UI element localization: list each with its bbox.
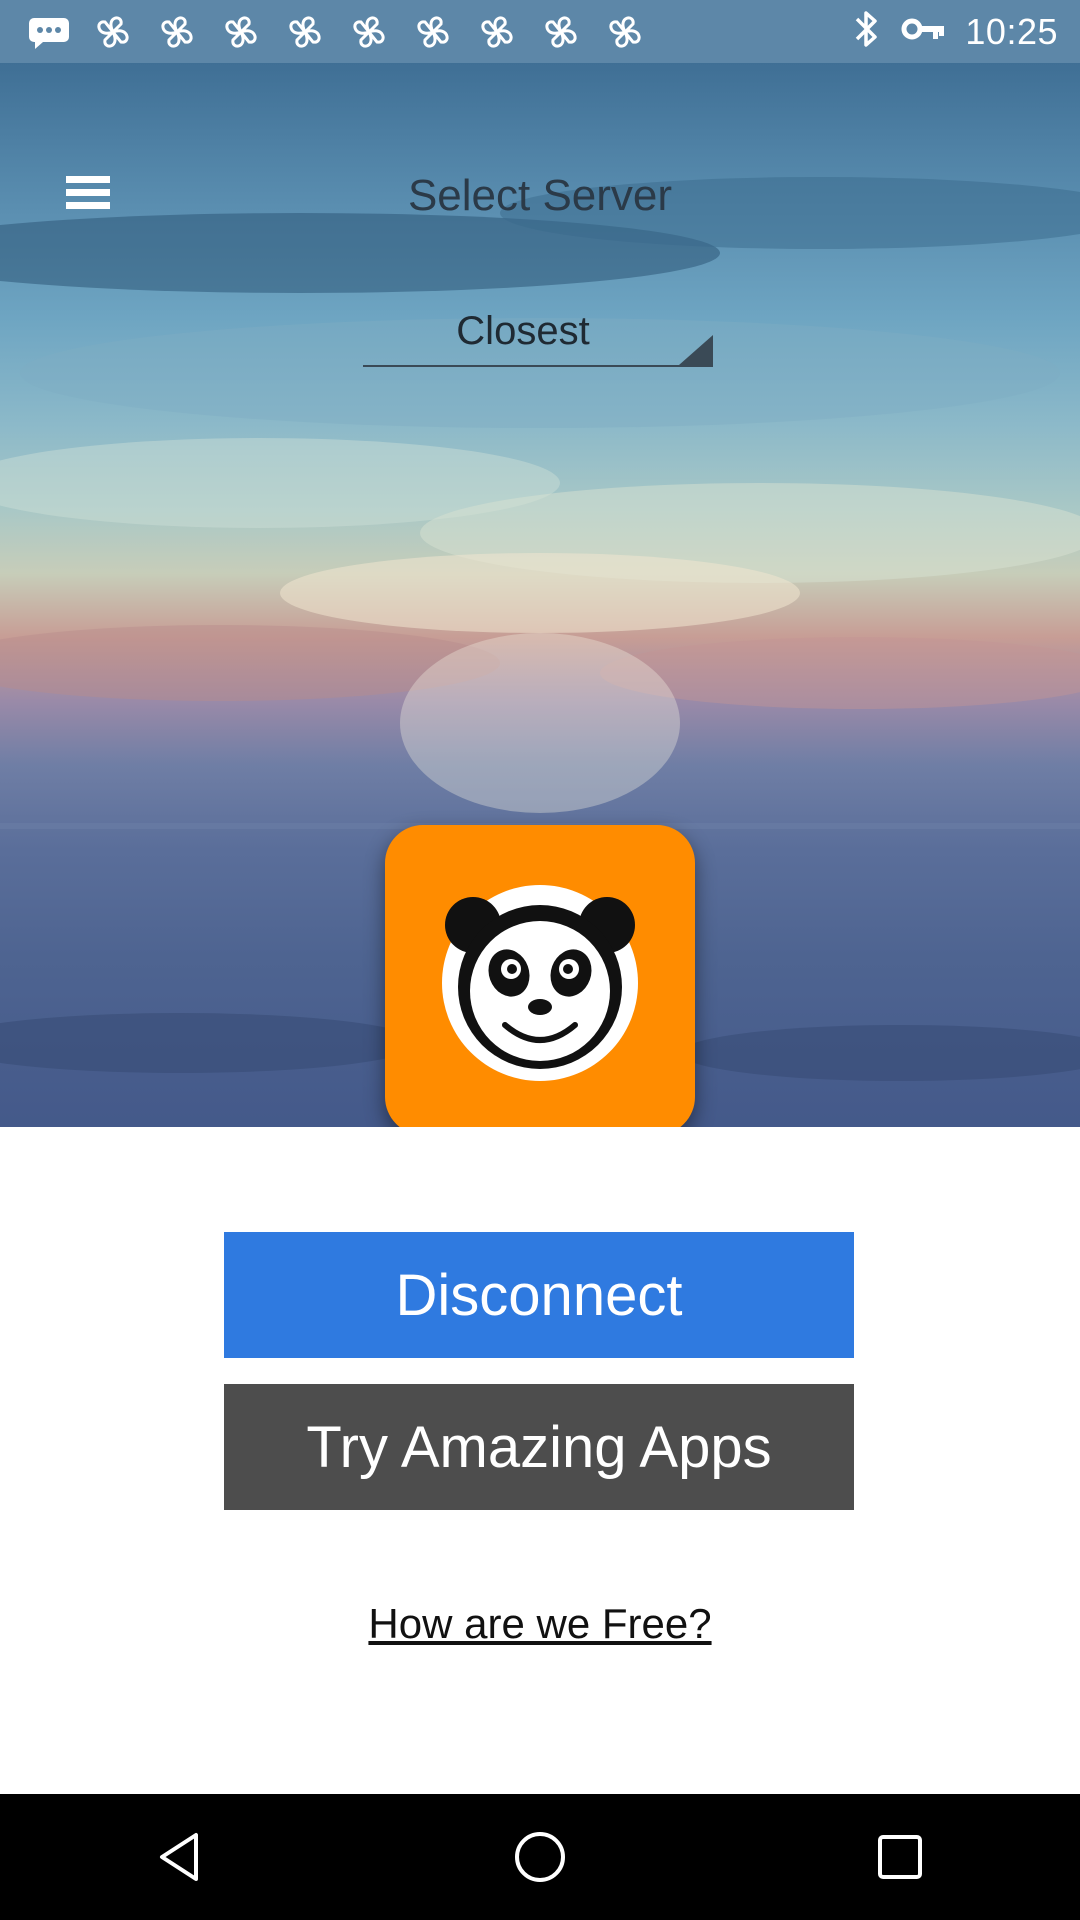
- vpn-key-icon: [901, 15, 945, 48]
- pinwheel-icon: [154, 9, 200, 55]
- nav-back-button[interactable]: [120, 1797, 240, 1917]
- pinwheel-icon: [474, 9, 520, 55]
- panda-logo-icon: [442, 885, 638, 1081]
- home-circle-icon: [515, 1832, 565, 1882]
- how-are-we-free-link[interactable]: How are we Free?: [0, 1600, 1080, 1648]
- pinwheel-icon: [218, 9, 264, 55]
- nav-recents-button[interactable]: [840, 1797, 960, 1917]
- status-bar: 10:25: [0, 0, 1080, 63]
- dropdown-arrow-icon: [679, 335, 713, 365]
- page-title: Select Server: [407, 171, 673, 220]
- system-status: 10:25: [851, 9, 1080, 54]
- messages-icon: [26, 9, 72, 55]
- pinwheel-icon: [602, 9, 648, 55]
- app-logo: [385, 825, 695, 1127]
- pinwheel-icon: [282, 9, 328, 55]
- hero-background: Select Server Closest: [0, 63, 1080, 1127]
- system-nav-bar: [0, 1794, 1080, 1920]
- status-time: 10:25: [965, 10, 1058, 52]
- nav-home-button[interactable]: [480, 1797, 600, 1917]
- bluetooth-icon: [851, 9, 881, 54]
- disconnect-button[interactable]: Disconnect: [224, 1232, 854, 1358]
- pinwheel-icon: [410, 9, 456, 55]
- pinwheel-icon: [538, 9, 584, 55]
- try-amazing-apps-button[interactable]: Try Amazing Apps: [224, 1384, 854, 1510]
- notification-icons: [0, 9, 648, 55]
- recents-square-icon: [878, 1835, 922, 1879]
- pinwheel-icon: [90, 9, 136, 55]
- back-triangle-icon: [160, 1833, 198, 1881]
- pinwheel-icon: [346, 9, 392, 55]
- server-select-dropdown[interactable]: Closest: [363, 299, 713, 367]
- server-select-value: Closest: [456, 309, 590, 353]
